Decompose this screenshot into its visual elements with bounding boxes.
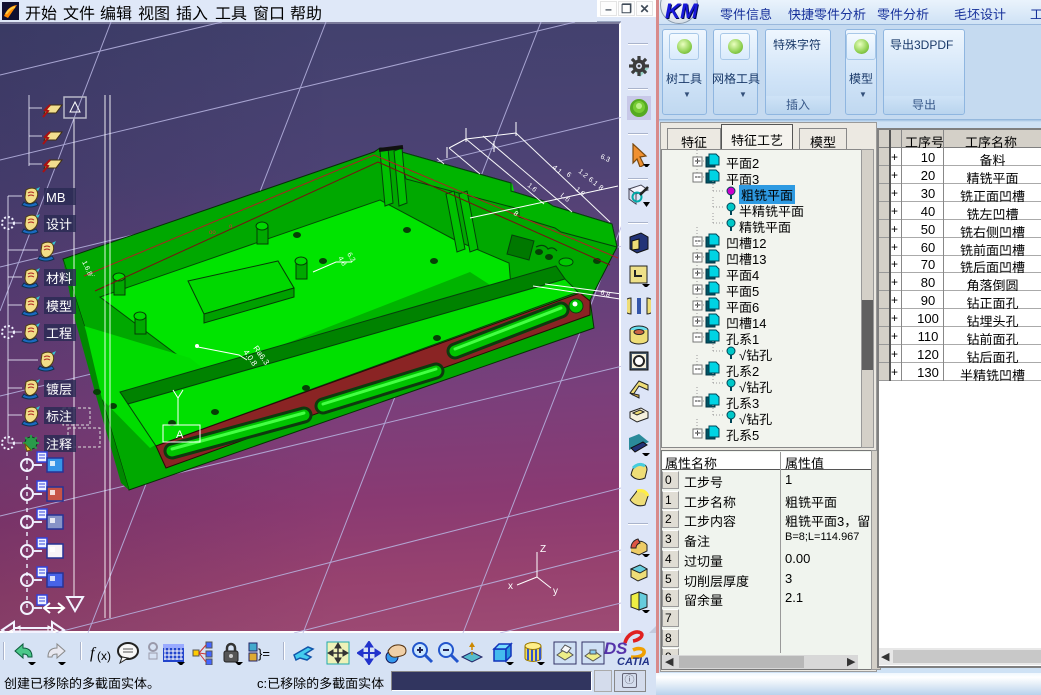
svg-text:8: 8 [597,184,605,192]
svg-text:oo: oo [209,230,216,236]
svg-text:镀层: 镀层 [46,382,72,397]
svg-text:(x): (x) [97,649,111,663]
svg-text:}=: }= [258,646,270,661]
svg-text:MB: MB [46,190,66,205]
svg-text:设计: 设计 [46,217,72,232]
svg-text:1.6: 1.6 [574,186,586,198]
svg-text:6.3: 6.3 [599,153,611,164]
svg-text:标注: 标注 [46,409,72,424]
svg-text:y: y [553,586,558,597]
svg-text:注释: 注释 [46,437,72,452]
svg-text:4.1: 4.1 [551,164,563,176]
svg-text:D: D [604,639,616,658]
svg-text:1.2: 1.2 [577,168,589,180]
svg-text:A: A [176,429,184,441]
svg-text:...: ... [90,272,95,278]
svg-text:f: f [90,645,97,662]
svg-text:x: x [508,581,513,592]
svg-text:6.1: 6.1 [587,176,599,188]
svg-text:Z: Z [540,544,546,555]
svg-text:6: 6 [565,171,573,179]
svg-text:1.6: 1.6 [526,182,538,194]
svg-text:材料: 材料 [46,271,72,286]
svg-text:CATIA: CATIA [617,656,650,668]
svg-text:模型: 模型 [46,299,72,314]
svg-text:工程: 工程 [46,326,72,341]
